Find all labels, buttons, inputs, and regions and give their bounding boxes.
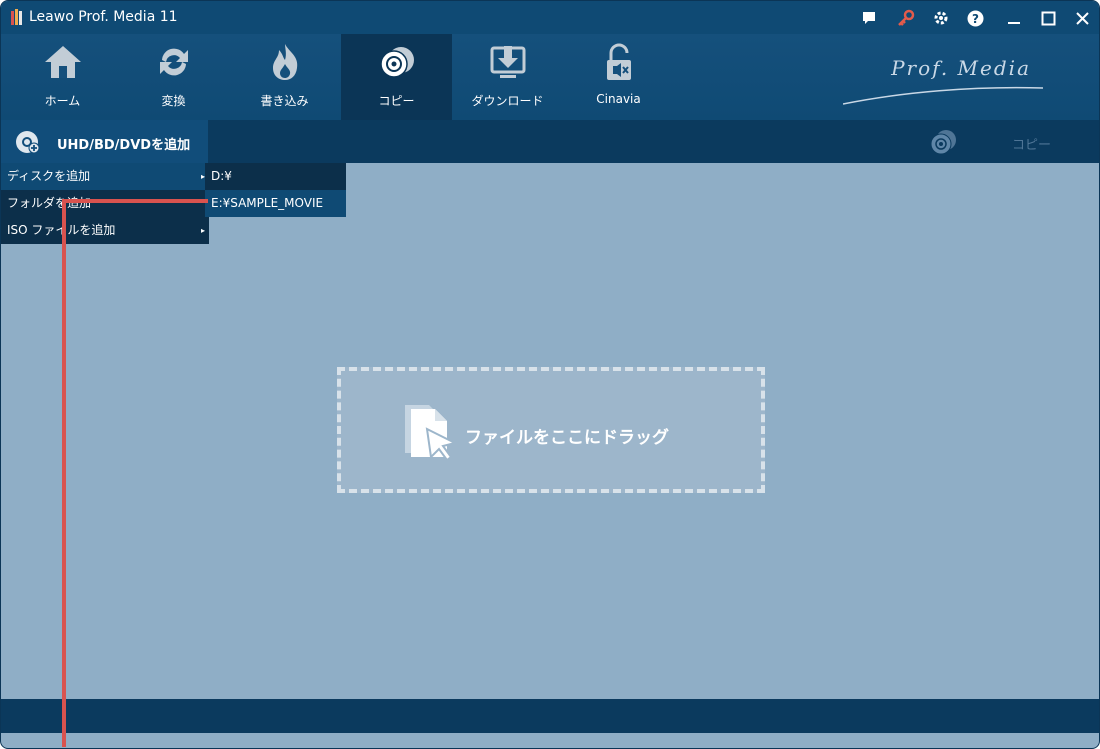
key-icon[interactable] [895,7,917,29]
callout-line-vertical [62,199,66,747]
app-window: Leawo Prof. Media 11 ? ホーム 変換 書き込み コピー ダ… [0,0,1100,749]
nav-home[interactable]: ホーム [7,34,118,120]
submenu-item-drive-d[interactable]: D:¥ [205,163,346,190]
help-icon[interactable]: ? [964,7,986,29]
submenu-arrow-icon: ▸ [200,226,205,235]
copy-disc-icon [380,47,414,78]
convert-icon [160,48,188,76]
burn-icon [273,44,298,80]
gear-icon[interactable] [930,7,952,29]
copy-action-button[interactable]: コピー [1012,134,1051,153]
home-icon [45,46,81,78]
menu-item-add-disc[interactable]: ディスクを追加 ▸ [1,163,209,190]
sub-toolbar: UHD/BD/DVDを追加 コピー [1,120,1099,163]
nav-burn[interactable]: 書き込み [229,34,340,120]
cinavia-icon [607,43,631,80]
nav-download[interactable]: ダウンロード [452,34,563,120]
nav-cinavia[interactable]: Cinavia [563,34,674,120]
nav-copy-label: コピー [378,94,415,108]
add-source-menu: ディスクを追加 ▸ フォルダを追加 ISO ファイルを追加 ▸ [1,163,209,244]
app-logo-icon [11,9,22,25]
menu-item-add-folder[interactable]: フォルダを追加 [1,190,209,217]
status-bar [1,699,1099,733]
nav-cinavia-label: Cinavia [596,92,641,106]
add-disc-icon [16,131,39,154]
brand-logo-text: Prof. Media [891,56,1031,80]
chat-icon[interactable] [858,7,880,29]
minimize-icon[interactable] [1003,7,1025,29]
copy-action-disc-icon[interactable] [928,127,958,157]
brand-swoosh-icon [843,86,1043,105]
title-bar[interactable]: Leawo Prof. Media 11 ? [1,1,1099,34]
nav-burn-label: 書き込み [260,94,309,108]
add-disc-label: UHD/BD/DVDを追加 [57,138,191,153]
close-icon[interactable] [1071,7,1093,29]
add-disc-button[interactable]: UHD/BD/DVDを追加 [1,120,208,163]
svg-text:?: ? [972,12,979,26]
submenu-item-drive-e[interactable]: E:¥SAMPLE_MOVIE [205,190,346,217]
app-title: Leawo Prof. Media 11 [29,9,178,25]
nav-copy[interactable]: コピー [341,34,452,120]
menu-item-label: ディスクを追加 [7,169,91,183]
maximize-icon[interactable] [1037,7,1059,29]
nav-convert-label: 変換 [161,94,186,108]
main-toolbar: ホーム 変換 書き込み コピー ダウンロード Cinavia Prof. Med… [1,34,1099,120]
nav-convert[interactable]: 変換 [118,34,229,120]
drag-file-icon [405,405,458,462]
disc-submenu: D:¥ E:¥SAMPLE_MOVIE [205,163,346,217]
file-drop-zone[interactable]: ファイルをここにドラッグ [337,367,765,493]
callout-line-horizontal [62,199,208,203]
nav-download-label: ダウンロード [471,94,544,108]
menu-item-add-iso[interactable]: ISO ファイルを追加 ▸ [1,217,209,244]
nav-home-label: ホーム [44,94,81,108]
download-icon [490,46,526,78]
drop-zone-text: ファイルをここにドラッグ [465,428,669,448]
